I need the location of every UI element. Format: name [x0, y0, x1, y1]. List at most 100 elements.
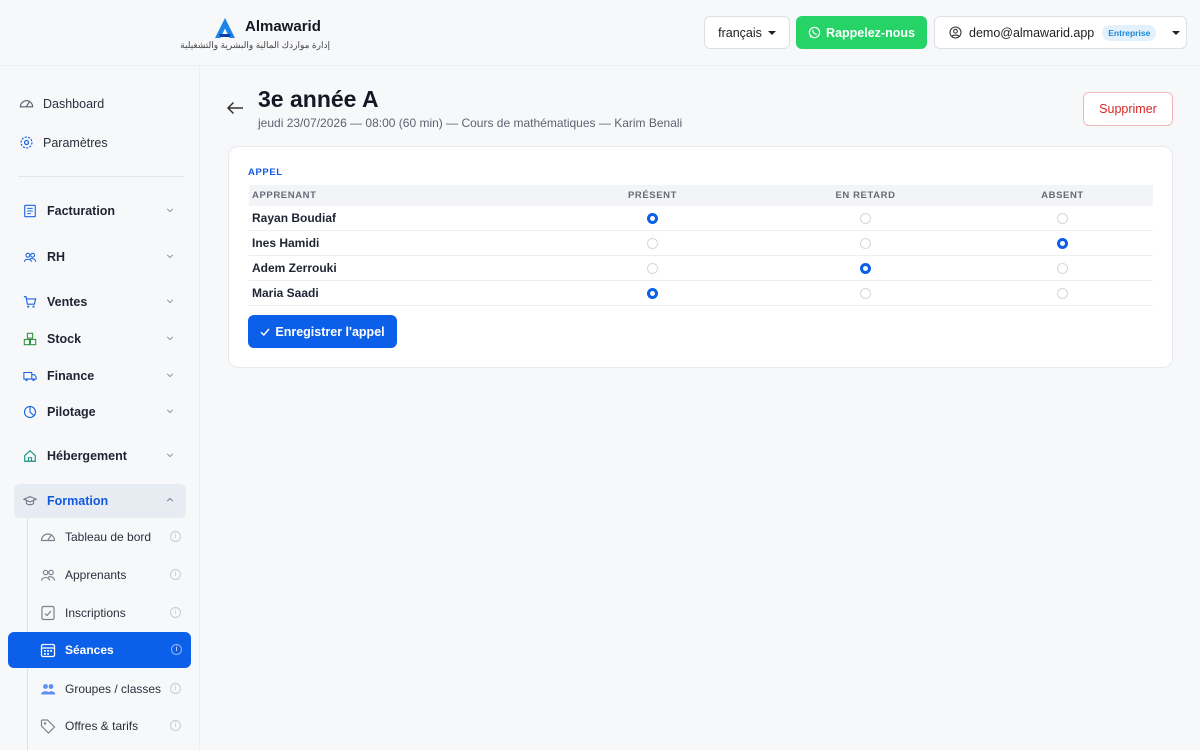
radio-absent[interactable]: [1057, 212, 1068, 224]
sidebar-group-facturation[interactable]: Facturation: [14, 194, 186, 228]
people-icon: [40, 569, 56, 581]
brand-name: Almawarid: [245, 18, 321, 35]
radio-absent[interactable]: [1057, 237, 1068, 249]
attendance-card: APPEL APPRENANT PRÉSENT EN RETARD ABSENT…: [228, 146, 1173, 368]
save-attendance-button[interactable]: Enregistrer l'appel: [248, 315, 397, 348]
table-row: Ines Hamidi: [249, 231, 1153, 256]
column-header-absent: ABSENT: [1041, 190, 1084, 201]
status-cell-late: [759, 262, 972, 274]
sidebar-item-tableau-de-bord[interactable]: Tableau de bord i: [32, 519, 186, 555]
delete-button[interactable]: Supprimer: [1083, 92, 1173, 126]
sidebar-group-stock[interactable]: Stock: [14, 322, 186, 356]
chevron-down-icon: [166, 409, 174, 414]
radio-present[interactable]: [647, 212, 658, 224]
sidebar-item-groupes[interactable]: Groupes / classes i: [32, 671, 186, 707]
plan-badge: Entreprise: [1102, 24, 1157, 41]
info-icon: i: [170, 720, 181, 731]
invoice-icon: [24, 204, 36, 218]
sidebar-item-offres[interactable]: Offres & tarifs i: [32, 708, 186, 744]
chevron-down-icon: [166, 373, 174, 378]
radio-present[interactable]: [647, 287, 658, 299]
sidebar: Dashboard Paramètres Facturation RH Vent…: [0, 66, 200, 750]
sidebar-group-pilotage[interactable]: Pilotage: [14, 395, 186, 429]
column-header-present: PRÉSENT: [627, 190, 678, 201]
table-row: Rayan Boudiaf: [249, 206, 1153, 231]
people-icon: [23, 252, 37, 263]
sidebar-item-inscriptions[interactable]: Inscriptions i: [32, 595, 186, 631]
caret-down-icon: [1172, 30, 1181, 35]
status-cell-absent: [972, 237, 1153, 249]
status-cell-absent: [972, 212, 1153, 224]
sidebar-item-dashboard[interactable]: Dashboard: [19, 96, 104, 111]
user-circle-icon: [949, 26, 962, 39]
radio-absent[interactable]: [1057, 287, 1068, 299]
sidebar-item-label: Paramètres: [43, 135, 108, 150]
info-icon: i: [170, 607, 181, 618]
status-cell-present: [546, 237, 759, 249]
sidebar-group-label: RH: [47, 250, 66, 264]
sidebar-group-ventes[interactable]: Ventes: [14, 285, 186, 319]
attendance-table: APPRENANT PRÉSENT EN RETARD ABSENT Rayan…: [249, 185, 1153, 306]
calendar-icon: [40, 643, 56, 658]
info-icon: i: [170, 531, 181, 542]
house-icon: [24, 449, 36, 462]
top-bar: Almawarid إدارة مواردك المالية والبشرية …: [0, 0, 1200, 66]
status-cell-late: [759, 237, 972, 249]
info-icon: i: [170, 569, 181, 580]
learner-name: Maria Saadi: [252, 286, 319, 300]
info-icon: i: [170, 683, 181, 694]
almawarid-logo-icon: [215, 18, 235, 38]
status-cell-late: [759, 212, 972, 224]
radio-present[interactable]: [647, 237, 658, 249]
whatsapp-icon: [808, 26, 821, 39]
sidebar-item-label: Groupes / classes: [65, 682, 162, 696]
cart-icon: [23, 296, 37, 308]
truck-icon: [23, 371, 37, 382]
radio-late[interactable]: [860, 262, 871, 274]
status-cell-absent: [972, 287, 1153, 299]
tag-icon: [40, 719, 56, 734]
status-cell-present: [546, 212, 759, 224]
sidebar-item-apprenants[interactable]: Apprenants i: [32, 557, 186, 593]
gear-icon: [20, 136, 33, 149]
sidebar-group-rh[interactable]: RH: [14, 240, 186, 274]
callback-button[interactable]: Rappelez-nous: [796, 16, 927, 49]
sidebar-group-formation[interactable]: Formation: [14, 484, 186, 518]
pie-chart-icon: [23, 405, 37, 419]
session-details: jeudi 23/07/2026 — 08:00 (60 min) — Cour…: [258, 116, 683, 130]
user-email: demo@almawarid.app: [969, 25, 1095, 40]
gauge-icon: [40, 533, 56, 542]
back-arrow-icon[interactable]: [226, 101, 244, 115]
sidebar-group-finance[interactable]: Finance: [14, 359, 186, 393]
sidebar-group-label: Pilotage: [47, 405, 96, 419]
sidebar-group-label: Finance: [47, 369, 95, 383]
radio-late[interactable]: [860, 287, 871, 299]
gauge-icon: [19, 100, 34, 108]
radio-late[interactable]: [860, 237, 871, 249]
radio-absent[interactable]: [1057, 262, 1068, 274]
sidebar-item-label: Inscriptions: [65, 606, 126, 620]
page-title: 3e année A: [258, 86, 379, 112]
graduation-cap-icon: [23, 496, 37, 506]
status-cell-absent: [972, 262, 1153, 274]
user-menu[interactable]: demo@almawarid.app Entreprise: [934, 16, 1187, 49]
chevron-down-icon: [166, 453, 174, 458]
sidebar-item-label: Offres & tarifs: [65, 719, 139, 733]
status-cell-present: [546, 262, 759, 274]
attendance-title: APPEL: [248, 167, 283, 178]
radio-late[interactable]: [860, 212, 871, 224]
sidebar-group-label: Formation: [47, 494, 109, 508]
sidebar-item-label: Tableau de bord: [65, 530, 152, 544]
status-cell-present: [546, 287, 759, 299]
sidebar-item-label: Apprenants: [65, 568, 127, 582]
chevron-up-icon: [166, 497, 174, 502]
language-select[interactable]: français: [704, 16, 790, 49]
sidebar-item-parametres[interactable]: Paramètres: [19, 135, 108, 150]
sidebar-item-seances[interactable]: Séances i: [8, 632, 191, 668]
sidebar-group-hebergement[interactable]: Hébergement: [14, 439, 186, 473]
callback-label: Rappelez-nous: [826, 25, 915, 40]
radio-present[interactable]: [647, 262, 658, 274]
table-row: Adem Zerrouki: [249, 256, 1153, 281]
caret-down-icon: [767, 30, 776, 35]
sidebar-divider: [18, 176, 184, 177]
